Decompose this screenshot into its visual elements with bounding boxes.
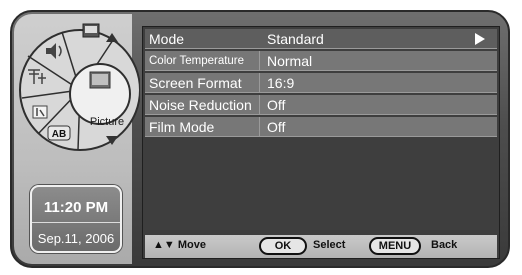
- menu-row-noise-reduction[interactable]: Noise Reduction Off: [145, 95, 497, 115]
- picture-menu: Mode Standard Color Temperature Normal S…: [142, 26, 500, 259]
- move-hint: ▲▼ Move: [153, 239, 206, 251]
- menu-row-value: Off: [267, 119, 286, 135]
- menu-row-color-temperature[interactable]: Color Temperature Normal: [145, 51, 497, 71]
- menu-row-label: Screen Format: [149, 75, 242, 91]
- menu-row-value: Normal: [267, 53, 313, 69]
- menu-row-film-mode[interactable]: Film Mode Off: [145, 117, 497, 137]
- row-divider: [259, 117, 260, 136]
- menu-row-value: Off: [267, 97, 286, 113]
- row-divider: [259, 73, 260, 92]
- ab-icon[interactable]: AB: [47, 125, 71, 141]
- row-divider: [259, 95, 260, 114]
- tv-screen-icon[interactable]: [82, 23, 100, 38]
- time-icon[interactable]: [32, 105, 48, 119]
- menu-row-label: Mode: [149, 31, 185, 47]
- nav-wheel-graphic: AB: [19, 23, 140, 151]
- picture-label: Picture: [89, 116, 125, 128]
- ab-icon-label: AB: [52, 129, 66, 140]
- menu-row-value: Standard: [267, 31, 324, 47]
- help-bar: ▲▼ Move OK Select MENU Back: [145, 235, 497, 258]
- nav-down-arrow-icon[interactable]: [106, 136, 118, 145]
- menu-row-mode[interactable]: Mode Standard: [145, 29, 497, 49]
- clock-divider: [32, 222, 120, 223]
- menu-row-screen-format[interactable]: Screen Format 16:9: [145, 73, 497, 93]
- menu-button[interactable]: MENU: [369, 237, 421, 255]
- submenu-arrow-icon[interactable]: [475, 33, 485, 45]
- menu-row-label: Film Mode: [149, 119, 215, 135]
- ok-button[interactable]: OK: [259, 237, 307, 255]
- row-divider: [259, 51, 260, 70]
- clock-date: Sep.11, 2006: [37, 231, 115, 246]
- clock-time: 11:20 PM: [43, 199, 109, 216]
- clock-box: 11:20 PM Sep.11, 2006: [30, 185, 122, 253]
- menu-row-value: 16:9: [267, 75, 295, 91]
- menu-row-label: Noise Reduction: [149, 97, 252, 113]
- picture-icon[interactable]: [69, 63, 131, 125]
- select-hint: Select: [313, 239, 346, 251]
- menu-row-label: Color Temperature: [149, 55, 245, 67]
- nav-up-arrow-icon[interactable]: [106, 33, 118, 42]
- back-hint: Back: [431, 239, 458, 251]
- nav-wheel: AB Picture: [18, 18, 140, 158]
